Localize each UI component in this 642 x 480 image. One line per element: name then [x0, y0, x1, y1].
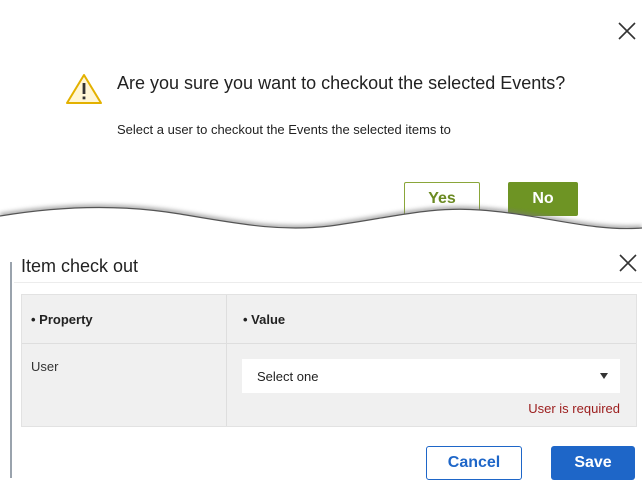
left-border-line	[10, 262, 12, 478]
header-property: • Property	[31, 312, 93, 327]
column-divider	[226, 295, 227, 426]
user-select[interactable]: Select one	[242, 359, 620, 393]
cancel-button[interactable]: Cancel	[426, 446, 522, 480]
property-table: • Property • Value User Select one User …	[21, 294, 637, 427]
header-divider	[22, 343, 636, 344]
confirm-close-icon[interactable]	[616, 20, 638, 42]
confirm-subtitle: Select a user to checkout the Events the…	[117, 122, 451, 137]
confirm-title: Are you sure you want to checkout the se…	[117, 73, 566, 93]
user-select-value: Select one	[257, 369, 319, 384]
property-user-label: User	[31, 359, 59, 374]
dialog-title: Item check out	[21, 256, 139, 276]
torn-edge-divider	[0, 204, 642, 248]
save-button[interactable]: Save	[551, 446, 635, 480]
chevron-down-icon	[600, 373, 608, 379]
user-required-error: User is required	[528, 401, 620, 416]
header-value: • Value	[243, 312, 286, 327]
title-divider	[14, 282, 642, 283]
checkout-close-icon[interactable]	[617, 252, 639, 274]
warning-icon	[65, 73, 103, 110]
